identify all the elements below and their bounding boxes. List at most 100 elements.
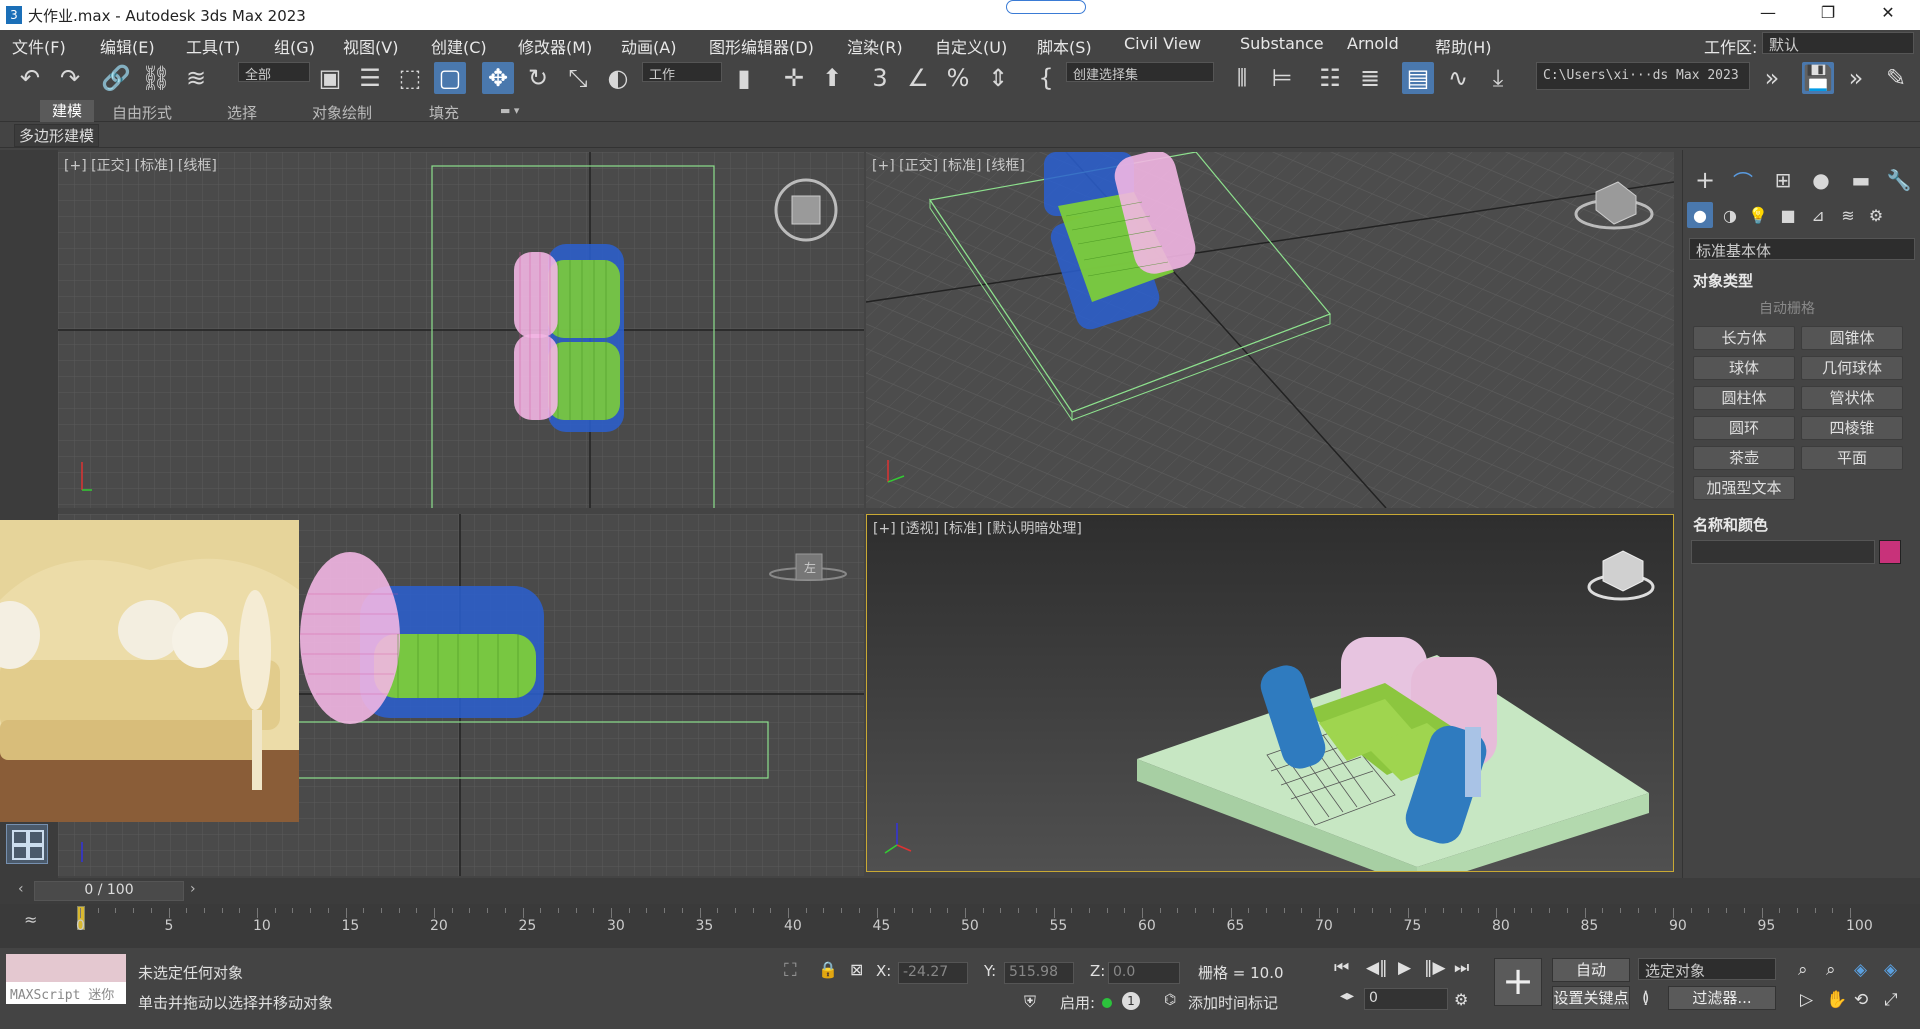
maxscript-listener[interactable] — [6, 954, 126, 982]
info-badge-icon[interactable]: 1 — [1122, 992, 1140, 1010]
align-icon[interactable]: ⊨ — [1266, 62, 1298, 94]
viewport-front-label[interactable]: [+] [正交] [标准] [线框] — [872, 155, 1025, 175]
named-selection-dropdown[interactable]: 创建选择集 — [1066, 62, 1214, 83]
geometry-icon[interactable]: ● — [1687, 202, 1713, 228]
y-coord-field[interactable]: 515.98 — [1004, 962, 1074, 984]
name-color-title[interactable]: 名称和颜色 — [1693, 514, 1768, 535]
menu-graph-editors[interactable]: 图形编辑器(D) — [709, 34, 814, 58]
cameras-icon[interactable]: ■ — [1775, 202, 1801, 228]
ribbon-toggle-icon[interactable]: ▤ — [1402, 62, 1434, 94]
menu-rendering[interactable]: 渲染(R) — [847, 34, 903, 58]
key-filter-dropdown[interactable]: 选定对象 — [1638, 958, 1776, 980]
lock-icon[interactable]: 🔒 — [818, 960, 838, 979]
menu-substance[interactable]: Substance — [1240, 34, 1324, 53]
schematic-view-icon[interactable]: ⤓ — [1482, 62, 1514, 94]
hierarchy-tab-icon[interactable]: ⊞ — [1767, 164, 1799, 196]
absolute-mode-icon[interactable]: ⊠ — [850, 960, 863, 979]
select-move-icon[interactable]: ✥ — [482, 62, 514, 94]
select-rotate-icon[interactable]: ↻ — [522, 62, 554, 94]
curve-editor-mini-icon[interactable]: ≈ — [24, 910, 37, 929]
scene-explorer-icon[interactable]: ☷ — [1314, 62, 1346, 94]
minimize-button[interactable]: — — [1748, 3, 1788, 27]
angle-snap-icon[interactable]: ∠ — [902, 62, 934, 94]
goto-start-icon[interactable]: ⏮ — [1334, 958, 1349, 978]
named-selection-icon[interactable]: { — [1030, 62, 1062, 94]
unlink-icon[interactable]: ⛓ — [140, 62, 172, 94]
zoom-all-icon[interactable]: ⌕ — [1826, 960, 1836, 980]
time-slider[interactable]: 0 / 100 — [34, 881, 184, 901]
menu-modifiers[interactable]: 修改器(M) — [518, 34, 592, 58]
manipulate-icon[interactable]: ✛ — [778, 62, 810, 94]
cone-button[interactable]: 圆锥体 — [1801, 326, 1903, 350]
systems-icon[interactable]: ⚙ — [1863, 202, 1889, 228]
display-tab-icon[interactable]: ▬ — [1845, 164, 1877, 196]
motion-tab-icon[interactable]: ● — [1805, 164, 1837, 196]
autobackup-icon[interactable]: 💾 — [1802, 62, 1834, 94]
link-icon[interactable]: 🔗 — [100, 62, 132, 94]
category-dropdown[interactable]: 标准基本体 — [1689, 238, 1915, 260]
prev-frame-arrow-icon[interactable]: ‹ — [18, 881, 32, 901]
menu-animation[interactable]: 动画(A) — [621, 34, 676, 58]
helpers-icon[interactable]: ⊿ — [1805, 202, 1831, 228]
isolate-icon[interactable]: ⛶ — [784, 960, 797, 981]
expand-toolbar-icon[interactable]: » — [1756, 62, 1788, 94]
teapot-button[interactable]: 茶壶 — [1693, 446, 1795, 470]
viewport-layout-button[interactable] — [6, 824, 48, 864]
tube-button[interactable]: 管状体 — [1801, 386, 1903, 410]
key-mode-icon[interactable]: ◂▸ — [1340, 988, 1354, 1004]
menu-edit[interactable]: 编辑(E) — [100, 34, 155, 58]
torus-button[interactable]: 圆环 — [1693, 416, 1795, 440]
auto-key-button[interactable]: 自动 — [1552, 958, 1630, 982]
time-config-icon[interactable]: ⚙ — [1454, 990, 1468, 1009]
pivot-center-icon[interactable]: ▮ — [728, 62, 760, 94]
utilities-tab-icon[interactable]: 🔧 — [1883, 164, 1915, 196]
pyramid-button[interactable]: 四棱锥 — [1801, 416, 1903, 440]
layer-explorer-icon[interactable]: ≣ — [1354, 62, 1386, 94]
tab-selection[interactable]: 选择 — [227, 102, 257, 123]
cylinder-button[interactable]: 圆柱体 — [1693, 386, 1795, 410]
curve-editor-icon[interactable]: ∿ — [1442, 62, 1474, 94]
spinner-snap-icon[interactable]: ⇕ — [982, 62, 1014, 94]
tab-freeform[interactable]: 自由形式 — [112, 102, 172, 123]
percent-snap-icon[interactable]: % — [942, 62, 974, 94]
zoom-extents-icon[interactable]: ◈ — [1854, 960, 1867, 980]
next-key-icon[interactable]: ‖▶ — [1424, 958, 1446, 978]
text-plus-button[interactable]: 加强型文本 — [1693, 476, 1795, 500]
redo-icon[interactable]: ↷ — [54, 62, 86, 94]
object-name-field[interactable] — [1691, 540, 1875, 564]
prev-key-icon[interactable]: ◀‖ — [1366, 958, 1388, 978]
select-scale-icon[interactable]: ⤡ — [562, 62, 594, 94]
restore-button[interactable]: ❐ — [1808, 3, 1848, 27]
box-button[interactable]: 长方体 — [1693, 326, 1795, 350]
viewport-perspective-label[interactable]: [+] [透视] [标准] [默认明暗处理] — [873, 518, 1082, 538]
next-frame-arrow-icon[interactable]: › — [190, 881, 204, 901]
set-key-button[interactable]: 设置关键点 — [1552, 986, 1630, 1010]
menu-arnold[interactable]: Arnold — [1347, 34, 1399, 53]
menu-civil-view[interactable]: Civil View — [1124, 34, 1201, 53]
modify-tab-icon[interactable]: ⌒ — [1727, 164, 1759, 196]
menu-tools[interactable]: 工具(T) — [186, 34, 240, 58]
bind-spacewarp-icon[interactable]: ≋ — [180, 62, 212, 94]
shapes-icon[interactable]: ◑ — [1717, 202, 1743, 228]
maximize-viewport-icon[interactable]: ⤢ — [1884, 990, 1898, 1010]
selection-filter-dropdown[interactable]: 全部 — [238, 62, 310, 83]
select-by-name-icon[interactable]: ☰ — [354, 62, 386, 94]
x-coord-field[interactable]: -24.27 — [898, 962, 968, 984]
z-coord-field[interactable]: 0.0 — [1108, 962, 1180, 984]
shield-icon[interactable]: ⛨ — [1024, 992, 1036, 1012]
zoom-extents-all-icon[interactable]: ◈ — [1884, 960, 1897, 980]
sphere-button[interactable]: 球体 — [1693, 356, 1795, 380]
plane-button[interactable]: 平面 — [1801, 446, 1903, 470]
search-pill[interactable] — [1006, 0, 1086, 14]
zoom-icon[interactable]: ⌕ — [1798, 960, 1808, 980]
menu-file[interactable]: 文件(F) — [12, 34, 66, 58]
mirror-icon[interactable]: ⫴ — [1226, 62, 1258, 94]
select-place-icon[interactable]: ◐ — [602, 62, 634, 94]
orbit-icon[interactable]: ⟲ — [1854, 990, 1868, 1010]
autogrid-checkbox[interactable]: 自动栅格 — [1759, 298, 1815, 318]
tab-modeling[interactable]: 建模 — [40, 100, 95, 122]
ribbon-options-icon[interactable]: ▬ ▾ — [500, 104, 519, 117]
viewport-front[interactable]: [+] [正交] [标准] [线框] — [866, 152, 1674, 508]
window-crossing-icon[interactable]: ▢ — [434, 62, 466, 94]
undo-icon[interactable]: ↶ — [14, 62, 46, 94]
